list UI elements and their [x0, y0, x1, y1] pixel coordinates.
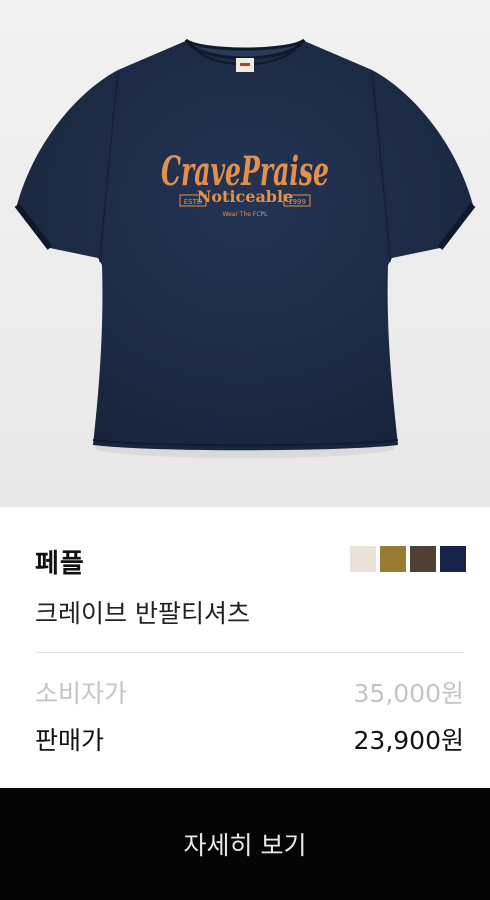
msrp-row: 소비자가 35,000원 [35, 674, 464, 710]
product-image[interactable]: CravePraise Noticeable ESTD 1999 Wear Th… [0, 0, 490, 507]
swatch-navy[interactable] [440, 546, 466, 572]
swatch-mustard[interactable] [380, 546, 406, 572]
swatch-brown[interactable] [410, 546, 436, 572]
print-sub-text: Noticeable [197, 187, 294, 206]
msrp-label: 소비자가 [35, 679, 128, 708]
divider [35, 652, 464, 653]
swatch-ivory[interactable] [350, 546, 376, 572]
sale-price-value: 23,900원 [353, 726, 464, 755]
color-swatches [350, 546, 466, 572]
product-card: CravePraise Noticeable ESTD 1999 Wear Th… [0, 0, 490, 900]
print-left-tag: ESTD [184, 198, 203, 206]
print-right-tag: 1999 [288, 198, 306, 206]
sale-price-row: 판매가 23,900원 [35, 721, 464, 757]
product-name: 크레이브 반팔티셔츠 [35, 599, 250, 628]
msrp-value: 35,000원 [353, 679, 464, 708]
sale-price-label: 판매가 [35, 726, 105, 755]
brand-name: 페플 [35, 549, 85, 579]
print-tagline: Wear The FCPL [223, 211, 269, 218]
view-details-button[interactable]: 자세히 보기 [0, 788, 490, 900]
tshirt-illustration: CravePraise Noticeable ESTD 1999 Wear Th… [0, 0, 490, 507]
